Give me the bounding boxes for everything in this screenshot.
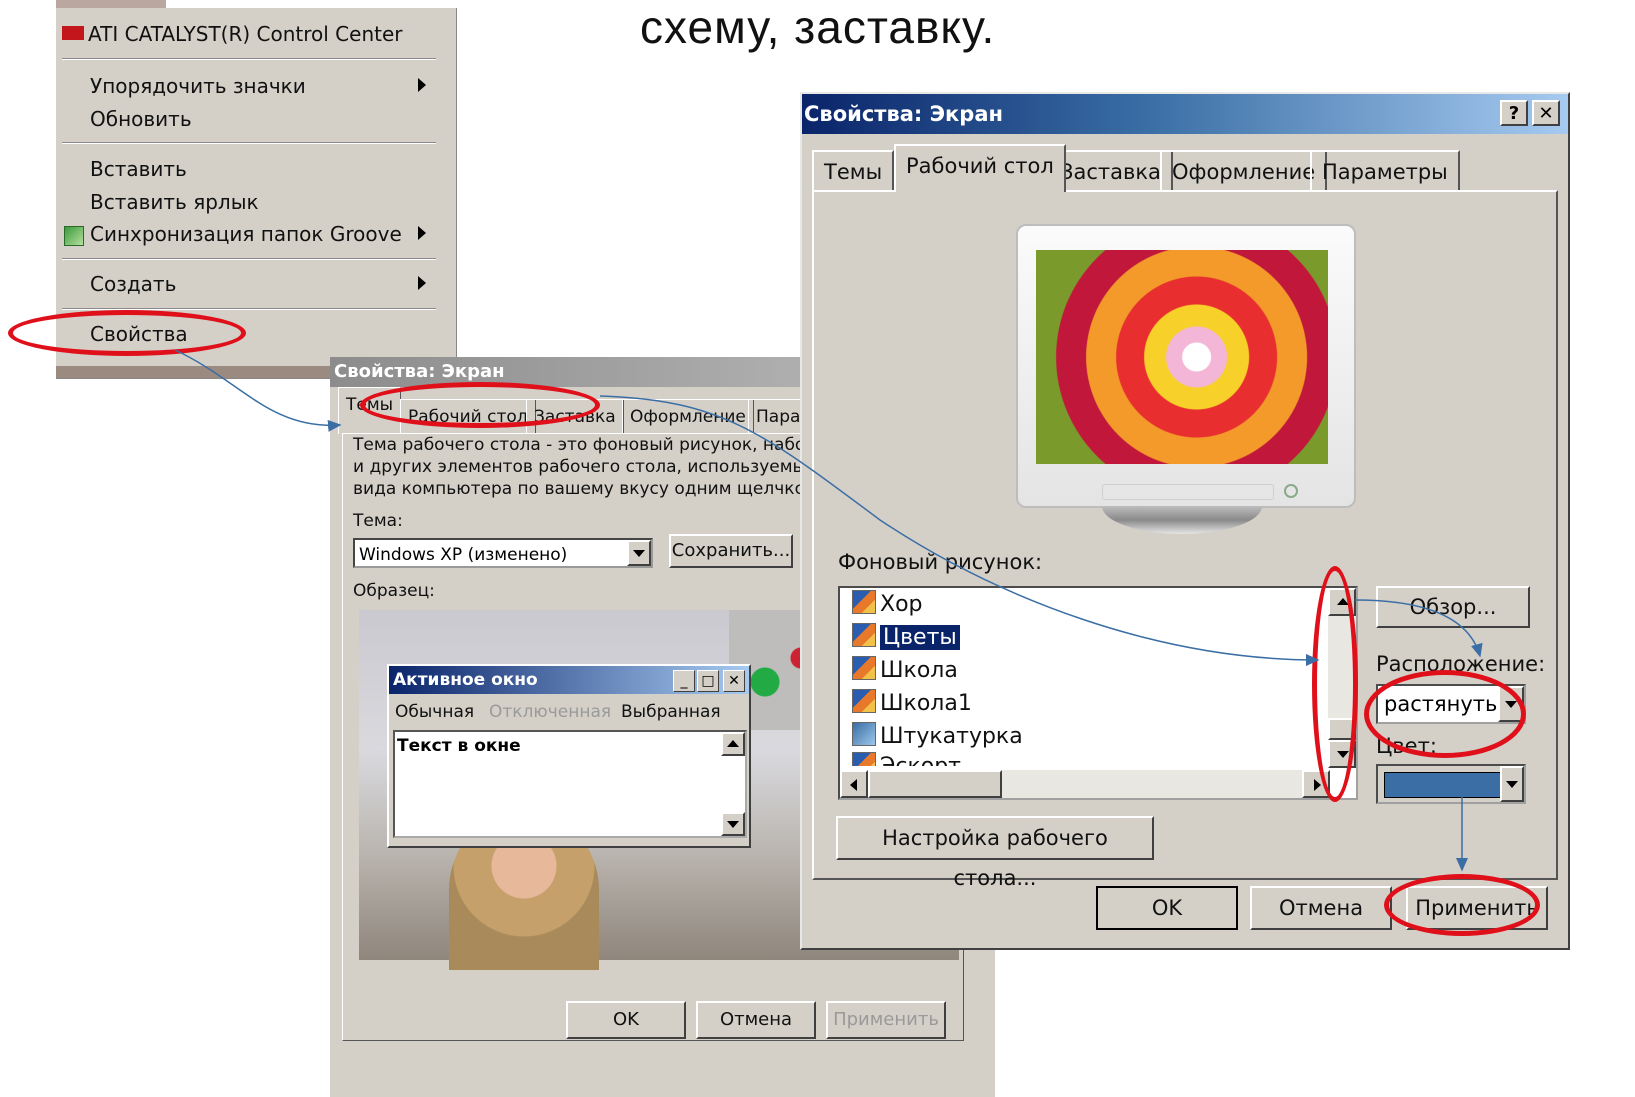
tab-desktop[interactable]: Рабочий стол (894, 144, 1066, 192)
arrow-tab-to-list (599, 395, 1320, 666)
arrow-list-to-position (1354, 599, 1483, 658)
connector-arrows (174, 349, 1483, 872)
arrow-properties-to-dialog (174, 349, 342, 432)
